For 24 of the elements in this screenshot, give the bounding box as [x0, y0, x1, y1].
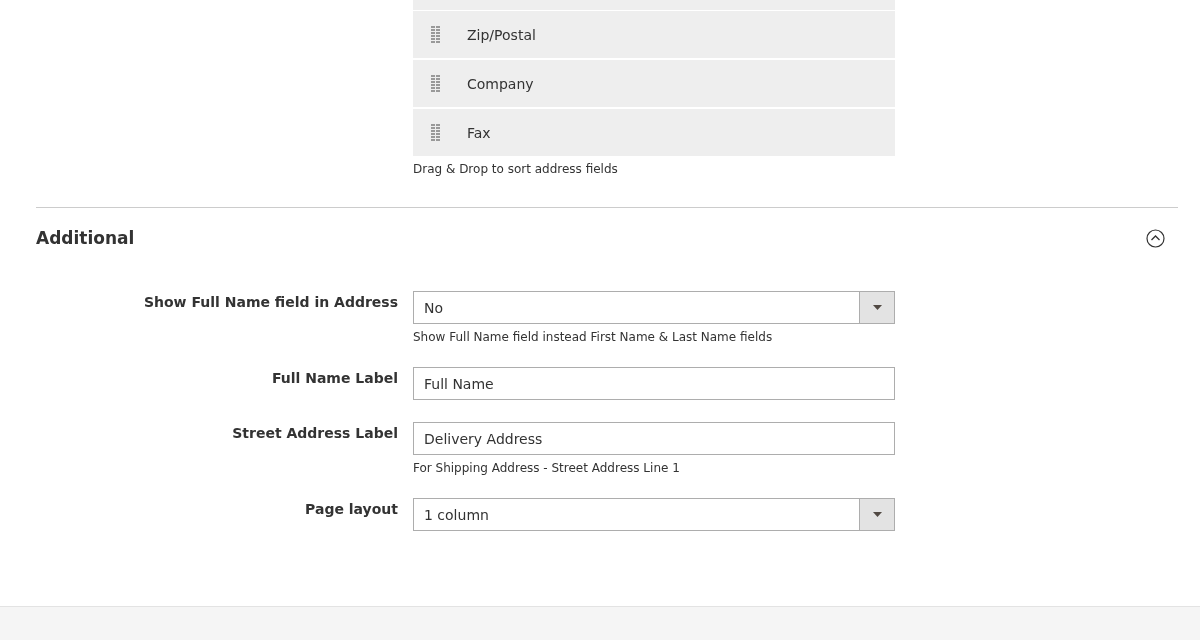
drag-handle-icon[interactable]	[431, 75, 441, 92]
field-label: Show Full Name field in Address	[142, 293, 398, 312]
sortable-row[interactable]: Zip/Postal	[413, 11, 895, 58]
select-field[interactable]: No	[413, 291, 895, 324]
help-text: For Shipping Address - Street Address Line 1	[413, 461, 680, 475]
dropdown-arrow-icon[interactable]	[872, 512, 882, 517]
dropdown-arrow-icon[interactable]	[872, 305, 882, 310]
help-text: Show Full Name field instead First Name & Last Name fields	[413, 330, 773, 344]
field-label: Street Address Label	[231, 424, 398, 443]
help-text: Drag & Drop to sort address fields	[413, 162, 618, 176]
field-name: Fax	[467, 124, 491, 141]
field-name: Zip/Postal	[467, 26, 536, 43]
collapse-icon[interactable]	[1146, 228, 1165, 248]
drag-handle-icon[interactable]	[431, 26, 441, 43]
field-label: Page layout	[304, 500, 398, 519]
sortable-row[interactable]: Company	[413, 60, 895, 107]
sortable-row[interactable]: Fax	[413, 109, 895, 156]
section-title: Additional	[36, 228, 135, 248]
field-label: Full Name Label	[270, 369, 398, 388]
input-field[interactable]: Delivery Address	[413, 422, 895, 455]
drag-handle-icon[interactable]	[431, 124, 441, 141]
field-name: Company	[467, 75, 534, 92]
input-field[interactable]: Full Name	[413, 367, 895, 400]
select-field[interactable]: 1 column	[413, 498, 895, 531]
